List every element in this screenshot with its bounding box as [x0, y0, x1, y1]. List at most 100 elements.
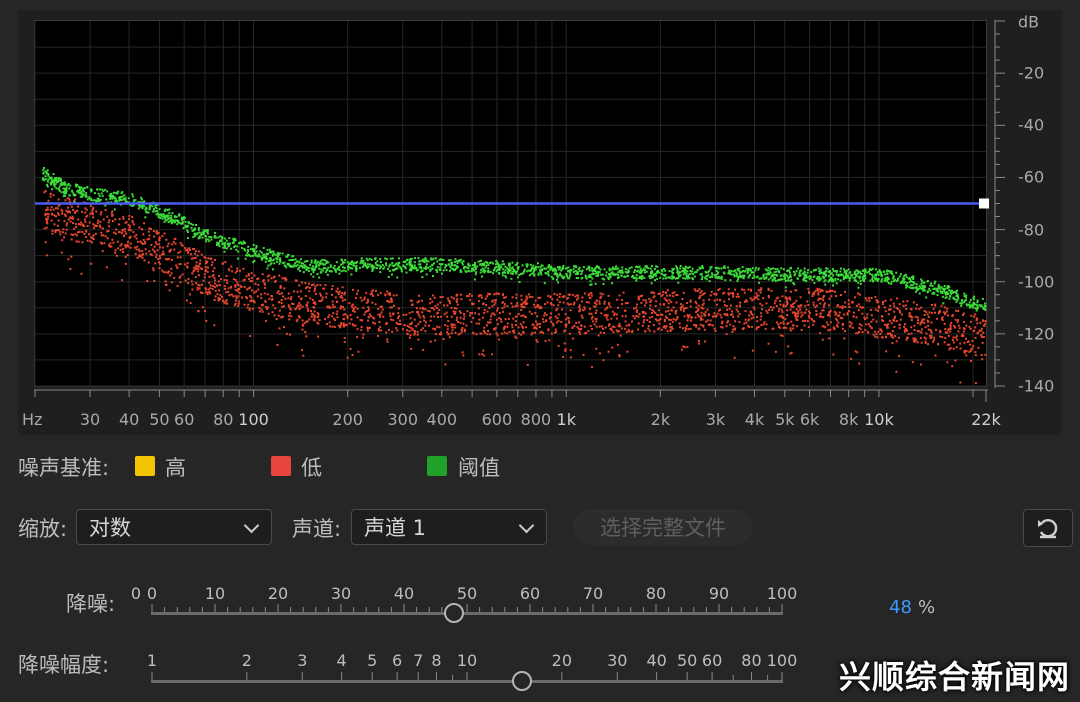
- noise-floor-threshold-point: [752, 274, 755, 277]
- noise-floor-low-point: [166, 245, 169, 248]
- noise-floor-low-point: [825, 290, 828, 293]
- noise-floor-threshold-point: [677, 281, 680, 284]
- noise-floor-threshold-point: [133, 199, 136, 202]
- noise-floor-low-point: [912, 301, 915, 304]
- noise-floor-low-point: [99, 213, 102, 216]
- noise-floor-threshold-point: [848, 276, 851, 279]
- noise-floor-low-point: [841, 317, 844, 320]
- noise-floor-threshold-point: [408, 268, 411, 271]
- noise-floor-low-point: [715, 293, 718, 296]
- reset-button[interactable]: [1023, 509, 1073, 547]
- noise-floor-threshold-point: [784, 286, 787, 289]
- spectrum-chart[interactable]: [0, 0, 1080, 440]
- noise-floor-low-point: [618, 294, 621, 297]
- noise-floor-low-point: [516, 302, 519, 305]
- noise-floor-low-point: [944, 327, 947, 330]
- noise-floor-threshold-point: [512, 270, 515, 273]
- noise-floor-low-point: [272, 304, 275, 307]
- noise-floor-low-point: [382, 315, 385, 318]
- noise-floor-low-point: [352, 324, 355, 327]
- noise-floor-low-point: [107, 221, 110, 224]
- noise-floor-low-point: [81, 210, 84, 213]
- noise-floor-low-point: [852, 315, 855, 318]
- noise-floor-low-point: [658, 319, 661, 322]
- noise-floor-threshold-point: [835, 282, 838, 285]
- noise-floor-low-point: [60, 251, 63, 254]
- noise-floor-low-point: [709, 323, 712, 326]
- noise-floor-low-point: [456, 303, 459, 306]
- noise-floor-low-point: [607, 294, 610, 297]
- noise-floor-low-point: [866, 330, 869, 333]
- noise-floor-low-point: [570, 303, 573, 306]
- noise-floor-low-point: [158, 239, 161, 242]
- noise-floor-low-point: [808, 316, 811, 319]
- legend-threshold-label[interactable]: 阈值: [458, 452, 500, 482]
- noise-floor-low-point: [92, 207, 95, 210]
- noise-floor-low-point: [321, 296, 324, 299]
- noise-floor-low-point: [260, 303, 263, 306]
- noise-floor-threshold-point: [624, 268, 627, 271]
- noise-floor-low-point: [595, 347, 598, 350]
- noise-floor-threshold-point: [811, 279, 814, 282]
- noise-floor-low-point: [915, 339, 918, 342]
- noise-floor-threshold-point: [351, 267, 354, 270]
- noise-floor-threshold-point: [144, 216, 147, 219]
- noise-floor-low-point: [363, 313, 366, 316]
- noise-floor-low-point: [341, 306, 344, 309]
- noise-floor-low-point: [952, 347, 955, 350]
- noise-floor-low-point: [245, 288, 248, 291]
- noise-floor-low-point: [93, 224, 96, 227]
- noise-floor-threshold-point: [320, 262, 323, 265]
- legend-low-label[interactable]: 低: [301, 452, 322, 482]
- noise-floor-threshold-point: [930, 282, 933, 285]
- noise-floor-threshold-point: [881, 274, 884, 277]
- noise-floor-threshold-point: [45, 183, 48, 186]
- noise-floor-low-point: [169, 274, 172, 277]
- noise-floor-low-point: [735, 305, 738, 308]
- noise-floor-threshold-point: [52, 173, 55, 176]
- noise-floor-threshold-point: [727, 266, 730, 269]
- noise-floor-threshold-point: [258, 255, 261, 258]
- noise-floor-low-point: [191, 288, 194, 291]
- select-full-file-button[interactable]: 选择完整文件: [573, 509, 753, 545]
- scale-select[interactable]: 对数: [76, 509, 272, 545]
- noise-floor-threshold-point: [706, 274, 709, 277]
- noise-floor-threshold-point: [204, 235, 207, 238]
- noise-floor-threshold-point: [152, 210, 155, 213]
- noise-floor-threshold-point: [691, 277, 694, 280]
- noise-floor-threshold-point: [46, 180, 49, 183]
- noise-floor-low-point: [908, 312, 911, 315]
- noise-floor-low-point: [74, 222, 77, 225]
- noise-floor-threshold-point: [973, 295, 976, 298]
- noise-floor-low-point: [331, 303, 334, 306]
- noise-floor-low-point: [618, 322, 621, 325]
- noise-floor-low-point: [155, 256, 158, 259]
- noise-floor-low-point: [965, 350, 968, 353]
- noise-floor-low-point: [511, 305, 514, 308]
- noise-floor-threshold-point: [120, 196, 123, 199]
- noise-floor-low-point: [515, 293, 518, 296]
- noise-floor-threshold-point: [939, 290, 942, 293]
- noise-floor-low-point: [708, 298, 711, 301]
- noise-floor-threshold-point: [208, 240, 211, 243]
- noise-floor-low-point: [227, 290, 230, 293]
- noise-floor-low-point: [483, 330, 486, 333]
- noise-floor-low-point: [667, 318, 670, 321]
- noise-floor-low-point: [899, 311, 902, 314]
- noise-floor-threshold-point: [796, 267, 799, 270]
- noise-floor-threshold-point: [945, 292, 948, 295]
- noise-floor-low-point: [214, 289, 217, 292]
- noise-floor-threshold-point: [467, 269, 470, 272]
- noise-floor-threshold-point: [864, 268, 867, 271]
- channel-select[interactable]: 声道 1: [351, 509, 547, 545]
- noise-floor-low-point: [336, 310, 339, 313]
- noise-floor-low-point: [107, 230, 110, 233]
- noise-floor-low-point: [522, 306, 525, 309]
- noise-floor-low-point: [660, 328, 663, 331]
- noise-floor-low-point: [352, 308, 355, 311]
- noise-floor-low-point: [434, 328, 437, 331]
- threshold-handle[interactable]: [979, 198, 989, 209]
- noise-floor-low-point: [450, 315, 453, 318]
- legend-high-label[interactable]: 高: [165, 452, 186, 482]
- noise-floor-threshold-point: [883, 279, 886, 282]
